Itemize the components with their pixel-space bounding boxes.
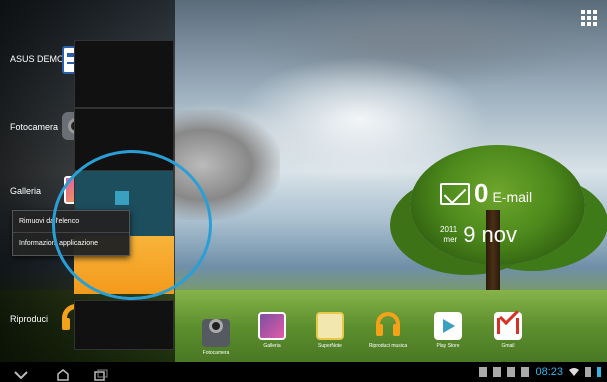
dock-app-label: Riproduci musica	[368, 343, 408, 349]
gallery-icon	[258, 312, 286, 340]
app-dock: Fotocamera Galleria SuperNote Riproduci …	[196, 305, 546, 362]
recent-app-label: Riproduci	[10, 314, 49, 324]
status-area[interactable]: 08:23	[479, 365, 601, 379]
app-thumbnail	[74, 300, 174, 350]
recent-app-asus-demo[interactable]: ASUS DEMO	[0, 40, 175, 108]
dock-app-music[interactable]: Riproduci musica	[368, 312, 408, 349]
dock-app-supernote[interactable]: SuperNote	[310, 312, 350, 349]
dock-app-label: Fotocamera	[202, 350, 230, 356]
email-label: E-mail	[492, 188, 533, 205]
recent-app-label: Galleria	[10, 186, 42, 196]
system-navigation-bar: 08:23	[0, 362, 607, 382]
highlight-circle	[52, 150, 212, 300]
supernote-icon	[316, 312, 344, 340]
camera-icon	[202, 319, 230, 347]
date-year: 2011	[440, 225, 458, 234]
headphones-icon	[374, 312, 402, 340]
recent-app-music[interactable]: Riproduci	[0, 300, 175, 350]
battery-icon	[585, 367, 591, 377]
tablet-screen: 0 E-mail 2011 mer 9 nov ASUS DEMO Fotoca…	[0, 0, 607, 382]
back-icon[interactable]	[14, 366, 28, 380]
date-weekday: mer	[443, 235, 458, 244]
play-store-icon	[434, 312, 462, 340]
dock-app-label: Play Store	[436, 343, 460, 349]
all-apps-icon[interactable]	[581, 10, 597, 26]
recent-app-label: ASUS DEMO	[10, 54, 65, 64]
wifi-icon	[569, 368, 579, 376]
date-value: 9 nov	[463, 222, 518, 247]
dock-app-label: Galleria	[263, 343, 281, 349]
date-year-weekday: 2011 mer	[440, 225, 457, 245]
dock-app-play-store[interactable]: Play Store	[428, 312, 468, 349]
email-widget[interactable]: 0 E-mail	[440, 178, 532, 209]
recent-app-label: Fotocamera	[10, 122, 59, 132]
usb-icon	[493, 367, 502, 377]
screen-icon	[521, 367, 530, 377]
notification-icon	[597, 367, 601, 377]
dock-app-label: SuperNote	[318, 343, 342, 349]
gmail-icon	[494, 305, 522, 340]
date-widget[interactable]: 2011 mer 9 nov	[440, 222, 517, 248]
recent-apps-icon[interactable]	[94, 366, 108, 381]
dock-app-gallery[interactable]: Galleria	[252, 312, 292, 349]
clock: 08:23	[535, 366, 563, 378]
home-icon[interactable]	[56, 366, 70, 381]
screenshot-icon	[479, 367, 488, 377]
email-count: 0	[474, 178, 489, 208]
dock-app-gmail[interactable]: Gmail	[488, 305, 528, 349]
dock-app-label: Gmail	[501, 343, 515, 349]
envelope-icon	[440, 182, 470, 205]
app-thumbnail	[74, 40, 174, 108]
document-icon	[507, 367, 516, 377]
dock-app-camera[interactable]: Fotocamera	[196, 312, 236, 356]
